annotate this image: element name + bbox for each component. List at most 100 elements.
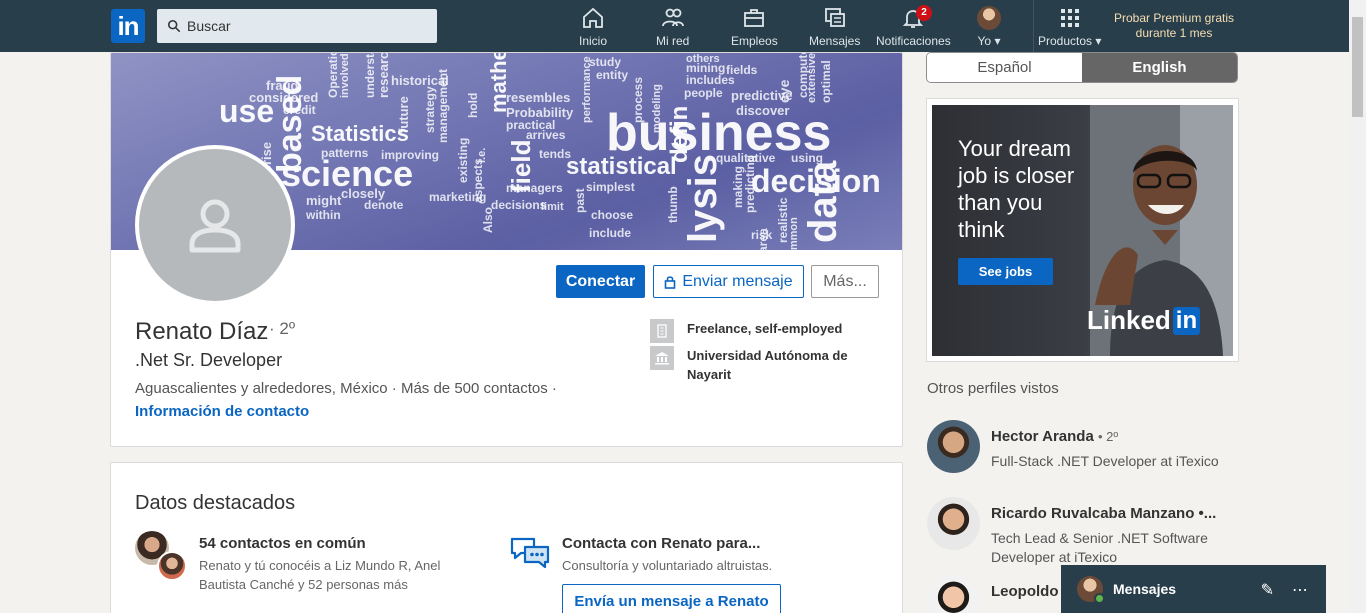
compose-icon[interactable]: ✎ xyxy=(1261,580,1274,600)
banner-word: limit xyxy=(541,201,564,213)
banner-word: others xyxy=(686,53,720,65)
ad-card[interactable]: Your dream job is closer than you think … xyxy=(926,98,1239,362)
profile-headline: .Net Sr. Developer xyxy=(135,350,283,370)
banner-word: involved xyxy=(339,53,351,98)
profile-photo[interactable] xyxy=(135,145,295,305)
ad-banner[interactable]: Your dream job is closer than you think … xyxy=(932,105,1233,356)
more-button[interactable]: Más... xyxy=(811,265,879,298)
banner-word: resembles xyxy=(506,90,571,105)
premium-link[interactable]: Probar Premium gratis durante 1 mes xyxy=(1110,11,1238,41)
banner-word: managers xyxy=(506,181,563,195)
banner-word: study xyxy=(589,55,622,69)
profile-name: Renato Díaz xyxy=(135,318,269,345)
grid-icon xyxy=(1060,9,1079,27)
search-box[interactable] xyxy=(157,9,437,43)
nav-notifications[interactable]: 2 Notificaciones xyxy=(876,5,951,48)
banner-word: research xyxy=(376,53,391,98)
list-item[interactable]: Ricardo Ruvalcaba Manzano •... Tech Lead… xyxy=(927,497,1227,565)
nav-my-network[interactable]: Mi red xyxy=(656,6,689,48)
banner-word: Statistics xyxy=(311,121,409,146)
scrollbar-thumb[interactable] xyxy=(1352,17,1363,117)
send-message-button[interactable]: Enviar mensaje xyxy=(653,265,804,298)
banner-word: management xyxy=(436,68,450,143)
chevron-down-icon: ▾ xyxy=(994,34,1001,48)
banner-word: include xyxy=(589,226,632,240)
messaging-bar[interactable]: Mensajes ✎ ⋯ xyxy=(1061,565,1326,613)
banner-word: fields xyxy=(726,63,758,77)
contact-info-link[interactable]: Información de contacto xyxy=(135,403,309,420)
banner-word: marketing xyxy=(429,190,487,204)
chat-bubbles-icon xyxy=(510,537,550,569)
profile-title-hector: Full-Stack .NET Developer at iTexico xyxy=(991,453,1219,469)
briefcase-icon xyxy=(744,9,765,27)
banner-word: Operations xyxy=(326,53,340,98)
banner-word: denote xyxy=(364,198,404,212)
ad-logo-text: Linked xyxy=(1087,305,1171,335)
lock-icon xyxy=(665,275,676,289)
message-renato-button[interactable]: Envía un mensaje a Renato xyxy=(562,584,781,613)
more-options-icon[interactable]: ⋯ xyxy=(1292,580,1308,600)
profile-card: fraud considered use credit prise based Operat… xyxy=(110,52,903,447)
banner-word: past xyxy=(573,188,587,213)
education[interactable]: Universidad Autónoma de Nayarit xyxy=(650,346,877,384)
search-icon xyxy=(167,19,181,33)
page-scrollbar[interactable] xyxy=(1349,0,1366,613)
banner-word: use xyxy=(219,93,275,129)
contact-for-sub: Consultoría y voluntariado altruistas. xyxy=(562,558,773,573)
education-text: Universidad Autónoma de Nayarit xyxy=(687,348,848,382)
profile-name-hector: Hector Aranda • 2º xyxy=(991,428,1119,445)
school-icon xyxy=(650,346,674,370)
see-jobs-button[interactable]: See jobs xyxy=(958,258,1053,285)
banner-word: lysis xyxy=(681,154,725,243)
banner-word: understand xyxy=(363,53,377,98)
banner-word: eye xyxy=(776,79,792,103)
chevron-down-icon: ▾ xyxy=(1095,34,1102,48)
network-icon xyxy=(661,8,684,27)
profile-name-leopoldo: Leopoldo xyxy=(991,583,1059,600)
mutual-contacts-title[interactable]: 54 contactos en común xyxy=(199,535,366,552)
messages-icon xyxy=(824,8,845,27)
current-position[interactable]: Freelance, self-employed xyxy=(650,319,877,343)
top-nav: in Inicio Mi red Empleos Mensajes 2 Noti… xyxy=(0,0,1349,52)
nav-home[interactable]: Inicio xyxy=(579,6,607,48)
contact-for-title: Contacta con Renato para... xyxy=(562,535,761,552)
banner-word: strategy xyxy=(423,86,437,133)
connection-degree: · 2º xyxy=(269,319,296,338)
ad-headline: Your dream job is closer than you think xyxy=(958,136,1075,242)
profile-name-ricardo: Ricardo Ruvalcaba Manzano •... xyxy=(991,505,1217,522)
messaging-avatar xyxy=(1077,576,1105,604)
home-icon xyxy=(583,7,603,28)
nav-jobs-label: Empleos xyxy=(731,34,778,48)
building-icon xyxy=(650,319,674,343)
banner-word: people xyxy=(684,86,723,100)
nav-me[interactable]: Yo ▾ xyxy=(977,6,1001,48)
linkedin-logo-icon[interactable]: in xyxy=(111,9,145,43)
nav-jobs[interactable]: Empleos xyxy=(731,6,778,48)
other-profiles-title: Otros perfiles vistos xyxy=(927,380,1059,397)
banner-word: extensive xyxy=(806,53,818,103)
banner-word: might xyxy=(306,193,342,208)
banner-word: existing xyxy=(456,137,470,183)
banner-word: decisions xyxy=(491,198,547,212)
language-spanish-button[interactable]: Español xyxy=(927,53,1082,82)
search-input[interactable] xyxy=(187,18,427,34)
nav-divider xyxy=(1033,0,1034,52)
mutual-contacts-sub: Renato y tú conocéis a Liz Mundo R, Anel… xyxy=(199,558,441,592)
online-status-icon xyxy=(1094,593,1105,604)
connect-button[interactable]: Conectar xyxy=(556,265,645,298)
nav-products[interactable]: Productos ▾ xyxy=(1038,6,1101,48)
messaging-label: Mensajes xyxy=(1113,581,1177,597)
notification-badge: 2 xyxy=(916,5,932,21)
language-english-button[interactable]: English xyxy=(1082,53,1237,82)
nav-me-label: Yo ▾ xyxy=(977,34,1001,48)
mutual-contacts-avatars[interactable] xyxy=(135,531,187,583)
nav-notifications-label: Notificaciones xyxy=(876,34,951,48)
banner-word: statistical xyxy=(566,153,677,180)
banner-word: choose xyxy=(591,208,634,222)
banner-word: predicting xyxy=(743,154,757,213)
list-item[interactable]: Hector Aranda • 2º Full-Stack .NET Devel… xyxy=(927,420,1227,480)
highlights-card: Datos destacados 54 contactos en común R… xyxy=(110,462,903,613)
nav-messages-label: Mensajes xyxy=(809,34,861,48)
nav-messages[interactable]: Mensajes xyxy=(809,6,860,48)
banner-word: performance xyxy=(581,56,593,123)
